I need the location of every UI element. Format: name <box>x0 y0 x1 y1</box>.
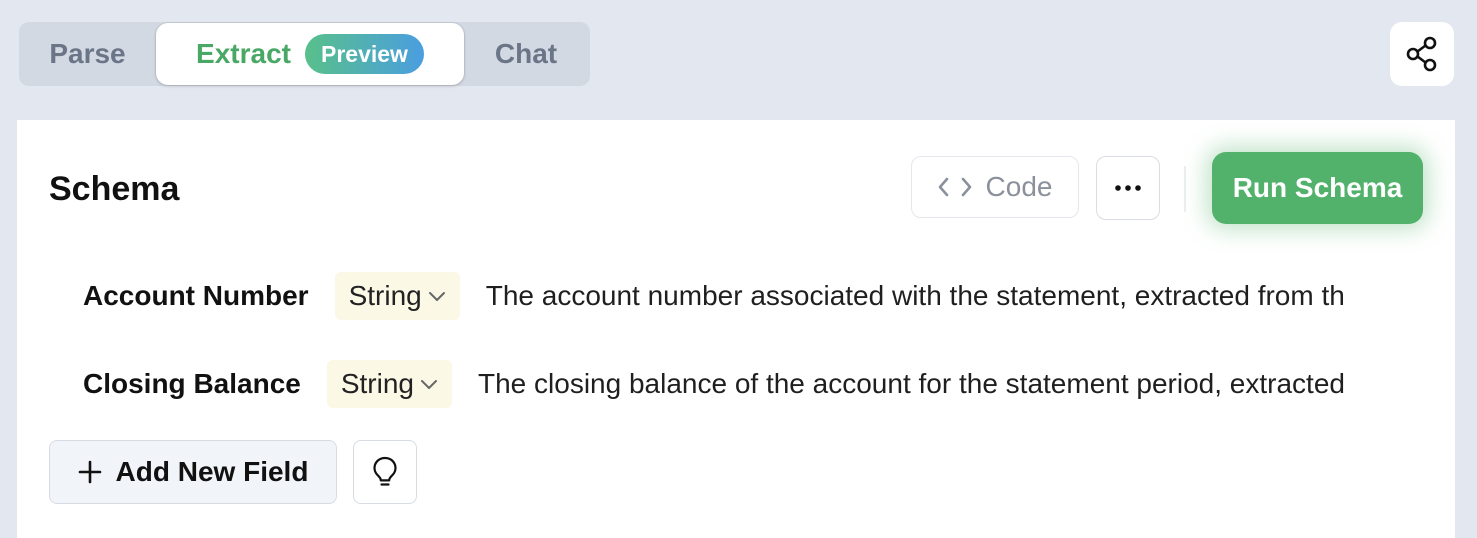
field-type-select[interactable]: String <box>326 360 452 408</box>
chevron-down-icon <box>428 290 446 302</box>
lightbulb-icon <box>372 456 398 488</box>
suggestions-button[interactable] <box>353 440 417 504</box>
tab-parse-label: Parse <box>49 38 126 69</box>
schema-panel: Schema Code Run Schema Account Number St… <box>17 120 1455 538</box>
schema-field-row: Closing Balance String The closing balan… <box>83 359 1345 409</box>
preview-badge: Preview <box>304 34 424 74</box>
tab-chat[interactable]: Chat <box>466 22 586 86</box>
field-type-select[interactable]: String <box>334 272 460 320</box>
mode-tabs: Parse Extract Preview Chat <box>19 22 590 86</box>
field-name[interactable]: Closing Balance <box>83 368 301 400</box>
plus-icon <box>78 460 102 484</box>
field-description[interactable]: The account number associated with the s… <box>486 280 1345 312</box>
share-button[interactable] <box>1390 22 1454 86</box>
tab-parse[interactable]: Parse <box>19 22 156 86</box>
tab-extract-label: Extract <box>196 38 291 69</box>
field-description[interactable]: The closing balance of the account for t… <box>478 368 1345 400</box>
chevron-down-icon <box>420 378 438 390</box>
schema-field-row: Account Number String The account number… <box>83 271 1345 321</box>
field-name[interactable]: Account Number <box>83 280 309 312</box>
tab-chat-label: Chat <box>494 38 558 69</box>
add-new-field-label: Add New Field <box>115 456 309 487</box>
tab-extract[interactable]: Extract Preview <box>156 23 464 85</box>
share-icon <box>1406 36 1438 72</box>
field-type-value: String <box>340 368 414 399</box>
field-type-value: String <box>348 280 422 311</box>
add-new-field-button[interactable]: Add New Field <box>49 440 337 504</box>
